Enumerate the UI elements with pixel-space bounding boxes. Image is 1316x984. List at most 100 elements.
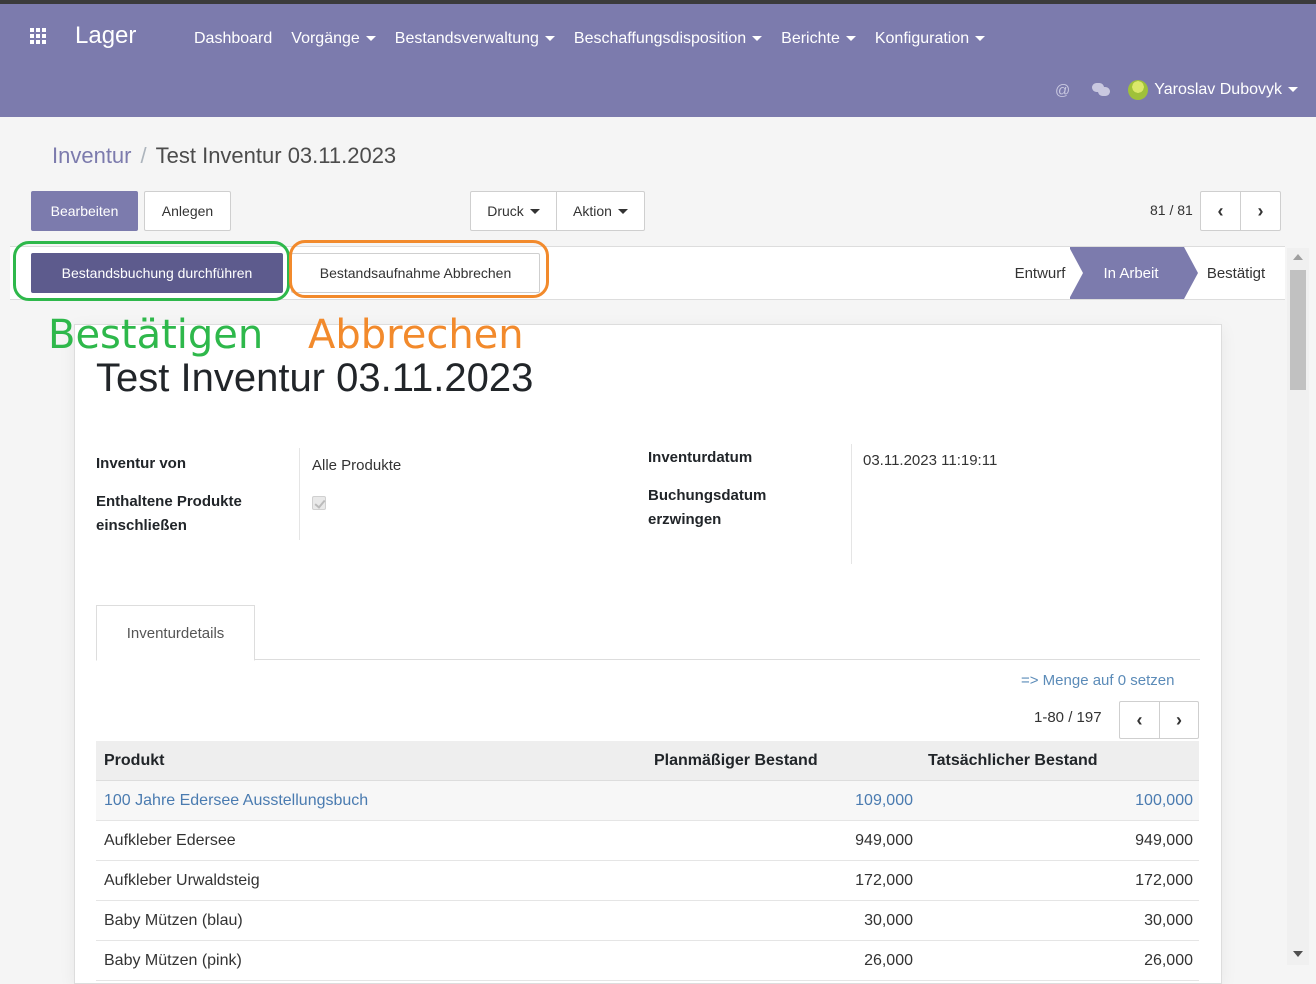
caret-down-icon <box>975 36 986 42</box>
menu-label: Bestandsverwaltung <box>394 30 539 47</box>
mention-at-icon[interactable]: @ <box>1055 82 1070 99</box>
caret-down-icon <box>544 36 555 42</box>
chevron-right-icon: › <box>1257 200 1264 221</box>
inventory-of-value[interactable]: Alle Produkte <box>312 457 401 474</box>
menu-reports[interactable]: Berichte <box>781 30 856 48</box>
chevron-left-icon: ‹ <box>1217 200 1224 221</box>
vertical-scrollbar[interactable] <box>1287 248 1309 965</box>
annotation-green-outline <box>13 241 290 301</box>
inventory-of-label: Inventur von <box>96 455 187 472</box>
record-pager-value[interactable]: 81 / 81 <box>1150 202 1193 218</box>
caret-down-icon <box>529 208 540 214</box>
table-row[interactable]: Aufkleber Edersee 949,000 949,000 <box>96 821 1199 861</box>
cell-actual: 30,000 <box>1144 912 1193 929</box>
stage-in-progress[interactable]: In Arbeit <box>1069 247 1198 299</box>
caret-down-icon <box>365 36 376 42</box>
breadcrumb: Inventur / Test Inventur 03.11.2023 <box>52 143 396 169</box>
chevron-right-icon: › <box>1176 709 1182 730</box>
stage-draft[interactable]: Entwurf <box>1010 247 1070 299</box>
tab-bar-line <box>96 659 1200 660</box>
menu-procurement[interactable]: Beschaffungsdisposition <box>573 30 763 48</box>
table-header: Produkt Planmäßiger Bestand Tatsächliche… <box>96 741 1199 781</box>
menu-operations[interactable]: Vorgänge <box>291 30 376 48</box>
cell-actual: 26,000 <box>1144 952 1193 969</box>
cell-planned: 172,000 <box>855 872 913 889</box>
scroll-up-arrow-icon[interactable] <box>1293 254 1303 260</box>
list-pager-value[interactable]: 1-80 / 197 <box>1034 709 1102 726</box>
cell-product: Aufkleber Urwaldsteig <box>104 872 260 889</box>
user-menu[interactable]: Yaroslav Dubovyk <box>1154 81 1298 99</box>
tab-inventory-details[interactable]: Inventurdetails <box>96 605 255 661</box>
edit-button[interactable]: Bearbeiten <box>31 191 138 231</box>
label-line: erzwingen <box>648 511 722 528</box>
cell-actual: 172,000 <box>1135 872 1193 889</box>
menu-label: Berichte <box>781 30 840 47</box>
top-navbar: Lager Dashboard Vorgänge Bestandsverwalt… <box>0 0 1316 117</box>
menu-label: Vorgänge <box>291 30 360 47</box>
scroll-down-arrow-icon[interactable] <box>1293 951 1303 957</box>
cell-planned: 109,000 <box>855 792 913 809</box>
table-row[interactable]: 100 Jahre Edersee Ausstellungsbuch 109,0… <box>96 781 1199 821</box>
print-label: Druck <box>487 203 524 219</box>
caret-down-icon <box>752 36 763 42</box>
app-title[interactable]: Lager <box>75 22 136 50</box>
pager-next-button[interactable]: › <box>1240 191 1281 231</box>
label-line: Enthaltene Produkte <box>96 493 242 510</box>
breadcrumb-parent-link[interactable]: Inventur <box>52 143 132 168</box>
menu-label: Konfiguration <box>874 30 970 47</box>
table-row[interactable]: Baby Mützen (pink) 26,000 26,000 <box>96 941 1199 981</box>
field-divider <box>851 444 852 564</box>
menu-dashboard[interactable]: Dashboard <box>194 30 272 48</box>
stage-label: In Arbeit <box>1103 264 1159 282</box>
pager-previous-button[interactable]: ‹ <box>1200 191 1241 231</box>
chat-bubbles-icon[interactable] <box>1092 83 1111 97</box>
cell-planned: 30,000 <box>864 912 913 929</box>
cell-planned: 26,000 <box>864 952 913 969</box>
menu-configuration[interactable]: Konfiguration <box>874 30 986 48</box>
caret-down-icon <box>845 36 856 42</box>
table-row[interactable]: Baby Mützen (blau) 30,000 30,000 <box>96 901 1199 941</box>
menu-label: Dashboard <box>194 30 273 47</box>
column-planned-stock[interactable]: Planmäßiger Bestand <box>654 741 818 781</box>
force-accounting-date-label: Buchungsdatum erzwingen <box>648 484 766 532</box>
table-row[interactable]: Aufkleber Urwaldsteig 172,000 172,000 <box>96 861 1199 901</box>
caret-down-icon <box>1288 87 1298 93</box>
include-products-checkbox[interactable] <box>312 496 326 510</box>
print-dropdown-button[interactable]: Druck <box>470 191 557 231</box>
column-actual-stock[interactable]: Tatsächlicher Bestand <box>928 741 1098 781</box>
set-quantity-zero-link[interactable]: => Menge auf 0 setzen <box>1021 672 1174 689</box>
caret-down-icon <box>617 208 628 214</box>
action-dropdown-button[interactable]: Aktion <box>556 191 645 231</box>
cell-actual: 949,000 <box>1135 832 1193 849</box>
action-label: Aktion <box>573 203 612 219</box>
stage-confirmed[interactable]: Bestätigt <box>1196 247 1276 299</box>
apps-grid-icon[interactable] <box>30 28 48 44</box>
column-product[interactable]: Produkt <box>104 741 164 781</box>
record-title: Test Inventur 03.11.2023 <box>96 356 534 400</box>
cell-product: Baby Mützen (pink) <box>104 952 242 969</box>
cell-product: 100 Jahre Edersee Ausstellungsbuch <box>104 792 369 809</box>
inventory-date-value[interactable]: 03.11.2023 11:19:11 <box>863 452 997 469</box>
breadcrumb-current: Test Inventur 03.11.2023 <box>155 143 397 168</box>
list-pager-next-button[interactable]: › <box>1159 701 1199 739</box>
annotation-confirm-text: Bestätigen <box>48 312 264 358</box>
inventory-date-label: Inventurdatum <box>648 449 753 466</box>
field-divider <box>299 448 300 540</box>
menu-inventory-control[interactable]: Bestandsverwaltung <box>395 30 555 48</box>
avatar[interactable] <box>1128 80 1149 100</box>
list-pager-previous-button[interactable]: ‹ <box>1119 701 1160 739</box>
menu-label: Beschaffungsdisposition <box>573 30 747 47</box>
label-line: Buchungsdatum <box>648 487 767 504</box>
cell-planned: 949,000 <box>855 832 913 849</box>
breadcrumb-separator: / <box>140 143 147 168</box>
label-line: einschließen <box>96 517 187 534</box>
include-products-label: Enthaltene Produkte einschließen <box>96 490 242 538</box>
create-button[interactable]: Anlegen <box>144 191 231 231</box>
main-menu: Dashboard Vorgänge Bestandsverwaltung Be… <box>194 30 1004 48</box>
cell-product: Baby Mützen (blau) <box>104 912 243 929</box>
annotation-cancel-text: Abbrechen <box>308 312 524 358</box>
annotation-orange-outline <box>289 240 549 298</box>
systray: @ Yaroslav Dubovyk <box>1055 80 1298 100</box>
scrollbar-thumb[interactable] <box>1290 270 1306 390</box>
cell-actual: 100,000 <box>1135 792 1193 809</box>
